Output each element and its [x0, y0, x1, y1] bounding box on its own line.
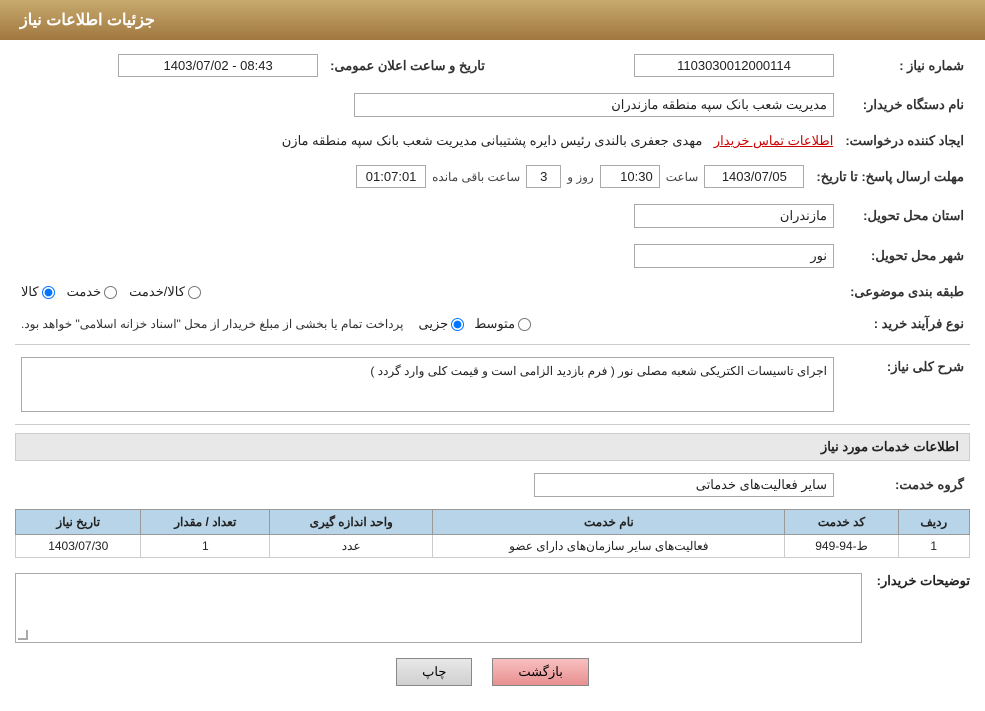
buyer-org-label: نام دستگاه خریدار:: [840, 89, 970, 121]
services-section-title: اطلاعات خدمات مورد نیاز: [15, 433, 970, 461]
category-label: طبقه بندی موضوعی:: [840, 280, 970, 304]
category-kala[interactable]: کالا: [21, 284, 55, 300]
deadline-time-label: ساعت: [666, 170, 699, 184]
buyer-description-label: توضیحات خریدار:: [870, 568, 970, 589]
city-label: شهر محل تحویل:: [840, 240, 970, 272]
col-row: ردیف: [898, 510, 969, 535]
province-value: مازندران: [634, 204, 834, 228]
announcement-value: 1403/07/02 - 08:43: [118, 54, 318, 77]
resize-handle-buyer: [18, 630, 28, 640]
purchase-type-label: نوع فرآیند خرید :: [840, 312, 970, 336]
announcement-label: تاریخ و ساعت اعلان عمومی:: [324, 50, 491, 81]
need-number-value: 1103030012000114: [634, 54, 834, 77]
page-title: جزئیات اطلاعات نیاز: [20, 12, 155, 29]
cell-name: فعالیت‌های سایر سازمان‌های دارای عضو: [433, 535, 785, 558]
requester-value: مهدی جعفری بالندی رئیس دایره پشتیبانی مد…: [282, 133, 703, 148]
cell-unit: عدد: [270, 535, 433, 558]
cell-code: ط-94-949: [785, 535, 898, 558]
requester-label: ایجاد کننده درخواست:: [839, 129, 970, 153]
province-label: استان محل تحویل:: [840, 200, 970, 232]
purchase-type-jozi[interactable]: جزیی: [419, 316, 465, 332]
print-button[interactable]: چاپ: [396, 658, 472, 686]
col-unit: واحد اندازه گیری: [270, 510, 433, 535]
purchase-type-mutawaset[interactable]: متوسط: [474, 316, 531, 332]
cell-row: 1: [898, 535, 969, 558]
back-button[interactable]: بازگشت: [492, 658, 588, 686]
general-description-value: اجرای تاسیسات الکتریکی شعبه مصلی نور ( ف…: [21, 357, 834, 412]
table-row: 1 ط-94-949 فعالیت‌های سایر سازمان‌های دا…: [16, 535, 970, 558]
requester-link[interactable]: اطلاعات تماس خریدار: [714, 133, 833, 148]
deadline-days-label: روز و: [567, 170, 594, 184]
purchase-note: پرداخت تمام یا بخشی از مبلغ خریدار از مح…: [21, 317, 404, 331]
buyer-org-value: مدیریت شعب بانک سپه منطقه مازندران: [354, 93, 834, 117]
service-group-value: سایر فعالیت‌های خدماتی: [534, 473, 834, 497]
page-header: جزئیات اطلاعات نیاز: [0, 0, 985, 40]
city-value: نور: [634, 244, 834, 268]
col-date: تاریخ نیاز: [16, 510, 141, 535]
deadline-remaining: 01:07:01: [356, 165, 426, 188]
col-code: کد خدمت: [785, 510, 898, 535]
cell-date: 1403/07/30: [16, 535, 141, 558]
service-group-label: گروه خدمت:: [840, 469, 970, 501]
buyer-description-box: [15, 573, 862, 643]
col-name: نام خدمت: [433, 510, 785, 535]
category-khidmat[interactable]: خدمت: [67, 284, 118, 300]
deadline-label: مهلت ارسال پاسخ: تا تاریخ:: [810, 161, 970, 192]
need-number-label: شماره نیاز :: [840, 50, 970, 81]
deadline-days: 3: [526, 165, 561, 188]
deadline-time: 10:30: [600, 165, 660, 188]
col-qty: تعداد / مقدار: [141, 510, 270, 535]
services-table: ردیف کد خدمت نام خدمت واحد اندازه گیری ت…: [15, 509, 970, 558]
buttons-row: بازگشت چاپ: [15, 658, 970, 686]
deadline-remaining-label: ساعت باقی مانده: [432, 170, 520, 184]
deadline-date: 1403/07/05: [704, 165, 804, 188]
general-description-label: شرح کلی نیاز:: [840, 353, 970, 416]
category-kala-khidmat[interactable]: کالا/خدمت: [129, 284, 201, 300]
cell-qty: 1: [141, 535, 270, 558]
